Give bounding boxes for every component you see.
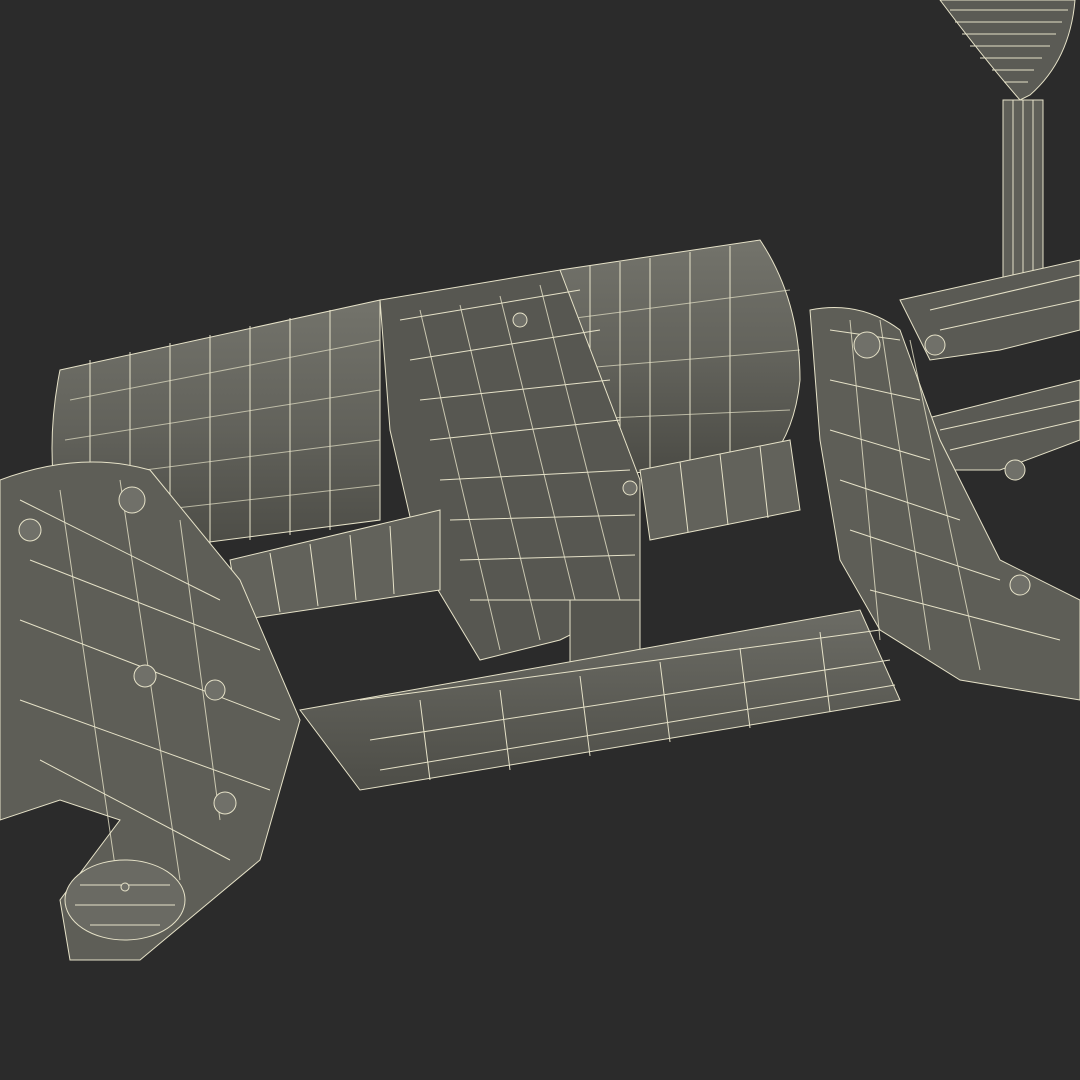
bolt: [512, 312, 528, 328]
bolt: [1009, 574, 1031, 596]
bolt: [133, 664, 157, 688]
wireframe-render: [0, 0, 1080, 1080]
bolt: [204, 679, 226, 701]
bolt: [853, 331, 881, 359]
bolt: [120, 882, 130, 892]
bolt: [118, 486, 146, 514]
bolt: [924, 334, 946, 356]
bolt: [213, 791, 237, 815]
bolt: [622, 480, 638, 496]
render-canvas: [0, 0, 1080, 1080]
bolt: [18, 518, 42, 542]
bolt: [1004, 459, 1026, 481]
